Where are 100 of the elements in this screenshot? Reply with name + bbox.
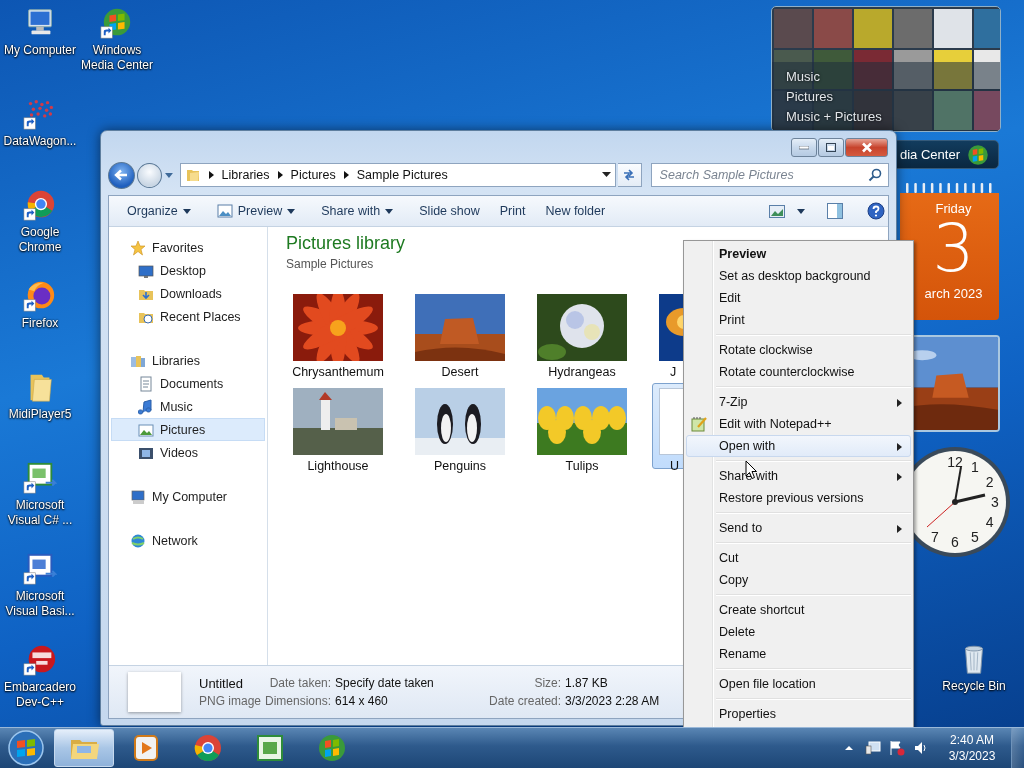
menu-item[interactable]: Preview xyxy=(686,243,911,265)
flag-icon[interactable] xyxy=(889,740,905,756)
file-name: Lighthouse xyxy=(307,459,369,473)
clock-numeral: 1 xyxy=(971,459,979,476)
nav-item[interactable]: Favorites xyxy=(111,236,265,259)
nav-item[interactable]: Desktop xyxy=(111,259,265,282)
nav-item[interactable]: My Computer xyxy=(111,485,265,508)
breadcrumb[interactable]: Pictures xyxy=(290,168,336,182)
toolbar-button[interactable]: Preview xyxy=(208,199,304,223)
menu-item[interactable]: Restore previous versions xyxy=(686,487,911,509)
vb-icon[interactable] xyxy=(23,552,57,586)
menu-item[interactable]: Delete xyxy=(686,621,911,643)
detail-label: Dimensions: xyxy=(265,694,332,708)
csharp-icon xyxy=(254,732,286,764)
nav-item[interactable]: Recent Places xyxy=(111,305,265,328)
menu-item[interactable]: Cut xyxy=(686,547,911,569)
clock-numeral: 2 xyxy=(985,474,994,490)
nav-item[interactable]: Videos xyxy=(111,441,265,464)
breadcrumb-arrow-icon xyxy=(343,171,349,179)
menu-item[interactable]: Print xyxy=(686,309,911,331)
desktop-icon-label[interactable]: Recycle Bin xyxy=(942,679,1006,694)
desktop-icon-label[interactable]: Microsoft Visual Basi... xyxy=(0,589,80,619)
search-field[interactable]: Search Sample Pictures xyxy=(650,163,889,187)
pictures-icon xyxy=(138,421,154,438)
menu-item[interactable]: Open with xyxy=(686,435,911,457)
toolbar-button[interactable]: Share with xyxy=(313,199,402,223)
address-bar[interactable]: Libraries Pictures Sample Pictures xyxy=(179,163,616,187)
menu-item[interactable]: Rename xyxy=(686,643,911,665)
firefox-icon[interactable] xyxy=(23,279,57,313)
desktop-icon-label[interactable]: MidiPlayer5 xyxy=(8,407,72,422)
toolbar-button[interactable]: Print xyxy=(491,199,534,223)
file-type: PNG image xyxy=(199,694,262,708)
nav-item[interactable]: Libraries xyxy=(111,349,265,372)
refresh-button[interactable] xyxy=(617,163,642,187)
media-menu-item[interactable]: Music + Pictures xyxy=(786,107,882,127)
csharp-icon[interactable] xyxy=(23,461,57,495)
nav-item[interactable]: Downloads xyxy=(111,282,265,305)
desktop-icon-label[interactable]: Microsoft Visual C# ... xyxy=(0,498,80,528)
chrome-icon[interactable] xyxy=(23,188,57,222)
windows-logo-icon xyxy=(966,142,990,167)
media-center-icon xyxy=(316,732,348,764)
submenu-arrow-icon xyxy=(897,525,902,533)
menu-item[interactable]: Edit with Notepad++ xyxy=(686,413,911,435)
desktop-icon-label[interactable]: Google Chrome xyxy=(0,225,80,255)
forward-button[interactable] xyxy=(136,162,162,188)
network-icon[interactable] xyxy=(865,740,881,756)
desktop-icon-label[interactable]: Windows Media Center xyxy=(78,43,156,73)
star-icon xyxy=(130,239,146,256)
gadget-title: dia Center xyxy=(900,147,960,162)
nav-item[interactable]: Network xyxy=(111,529,265,552)
back-button[interactable] xyxy=(108,161,135,189)
menu-item[interactable]: Edit xyxy=(686,287,911,309)
menu-item[interactable]: Copy xyxy=(686,569,911,591)
clock-numeral: 4 xyxy=(985,514,994,530)
folder-icon xyxy=(184,167,201,183)
desktop-icon-label[interactable]: My Computer xyxy=(4,43,76,58)
show-desktop-button[interactable] xyxy=(1011,728,1024,768)
file-name: Tulips xyxy=(565,459,599,473)
toolbar-button[interactable]: Slide show xyxy=(411,199,488,223)
image-icon xyxy=(216,204,233,218)
view-icon xyxy=(769,204,786,218)
breadcrumb[interactable]: Libraries xyxy=(221,168,270,182)
breadcrumb[interactable]: Sample Pictures xyxy=(356,168,448,182)
network-icon xyxy=(130,532,146,549)
menu-item[interactable]: Create shortcut xyxy=(686,599,911,621)
maximize-icon xyxy=(826,143,836,152)
desktop-icon-label[interactable]: Firefox xyxy=(21,316,59,331)
menu-item[interactable]: 7-Zip xyxy=(686,391,911,413)
nav-item[interactable]: Documents xyxy=(111,372,265,395)
menu-item[interactable]: Send to xyxy=(686,517,911,539)
file-thumbnail xyxy=(128,672,181,712)
nav-item[interactable]: Music xyxy=(111,395,265,418)
clock-numeral: 7 xyxy=(931,528,939,545)
calendar-month: arch 2023 xyxy=(924,286,983,301)
caret-icon xyxy=(287,208,296,214)
caret-icon xyxy=(797,208,806,214)
minimize-icon xyxy=(799,145,809,150)
menu-item[interactable]: Rotate clockwise xyxy=(686,339,911,361)
menu-item[interactable]: Rotate counterclockwise xyxy=(686,361,911,383)
maximize-button[interactable] xyxy=(818,138,844,157)
close-button[interactable] xyxy=(845,138,888,157)
desktop-icon-label[interactable]: DataWagon... xyxy=(3,134,77,149)
toolbar-button[interactable]: Organize xyxy=(119,199,199,223)
menu-item[interactable]: Properties xyxy=(686,703,911,725)
media-menu-item[interactable]: Pictures xyxy=(786,87,882,107)
file-name: Chrysanthemum xyxy=(292,365,384,379)
dropdown-caret-icon[interactable] xyxy=(601,172,611,178)
menu-item[interactable]: Open file location xyxy=(686,673,911,695)
notepad-icon xyxy=(690,415,708,433)
desktop-icon-label[interactable]: Embarcadero Dev-C++ xyxy=(0,680,80,710)
history-dropdown-icon[interactable] xyxy=(163,171,174,179)
submenu-arrow-icon xyxy=(897,443,902,451)
nav-item[interactable]: Pictures xyxy=(111,418,265,441)
speaker-icon[interactable] xyxy=(913,740,929,756)
calendar-day: 3 xyxy=(932,216,975,282)
media-menu-item[interactable]: Music xyxy=(786,67,882,87)
menu-item[interactable]: Set as desktop background xyxy=(686,265,911,287)
toolbar-button[interactable]: New folder xyxy=(537,199,614,223)
devcpp-icon[interactable] xyxy=(23,643,57,677)
taskbar-clock[interactable]: 2:40 AM 3/3/2023 xyxy=(941,732,1003,764)
